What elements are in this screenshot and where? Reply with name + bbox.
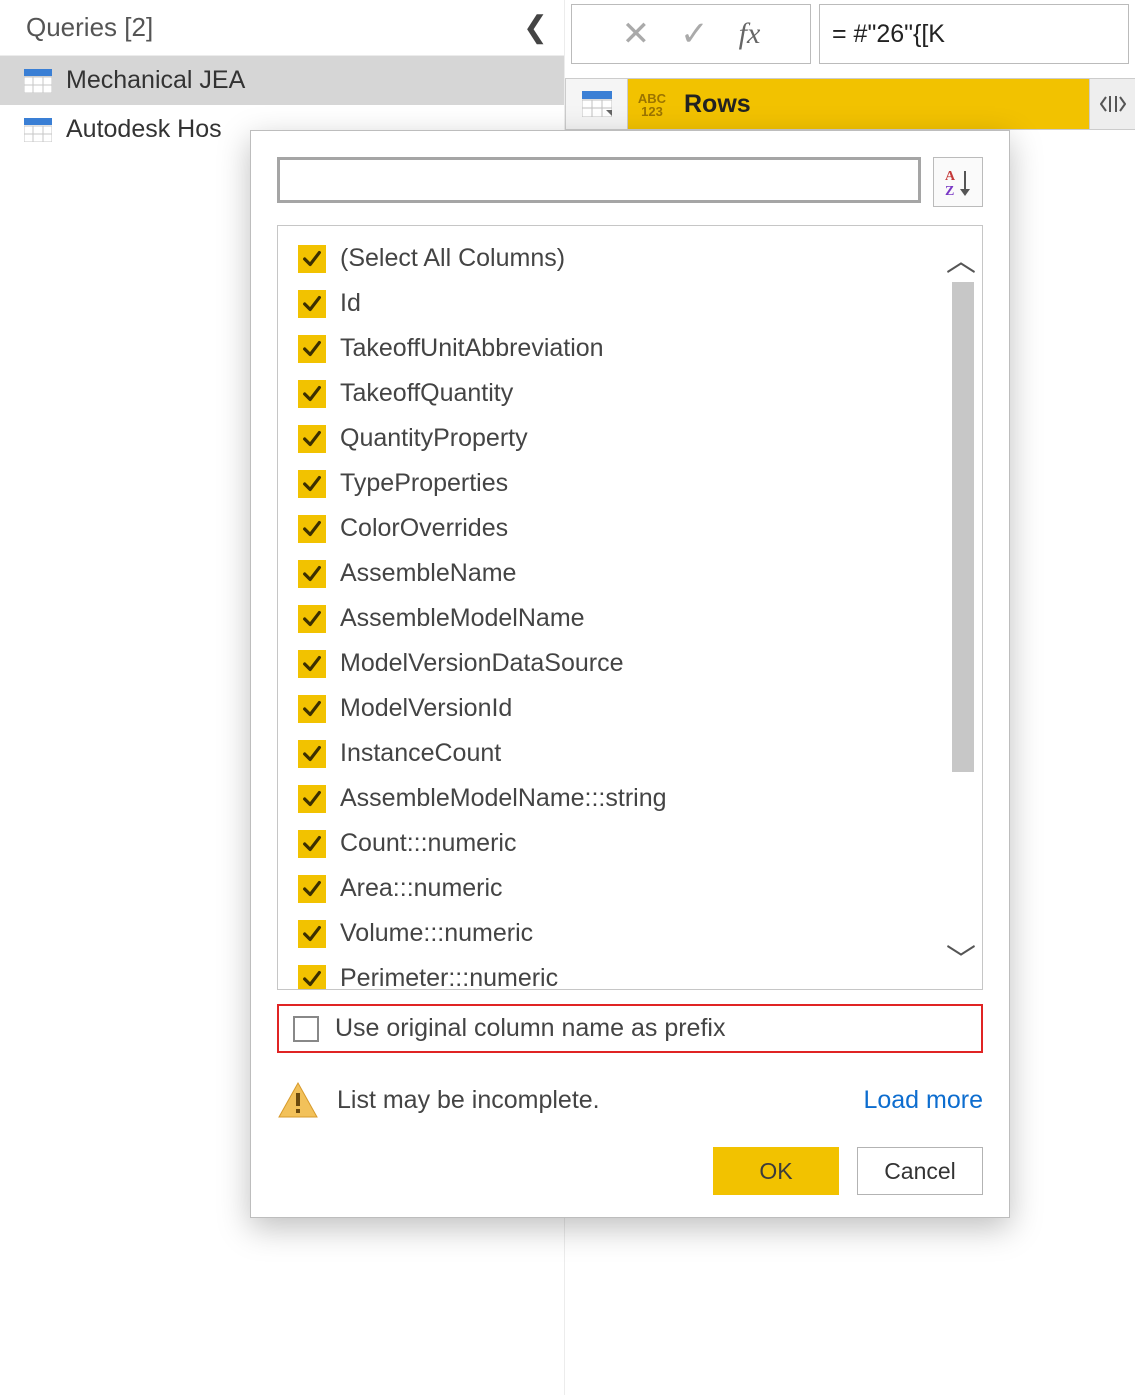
column-checkbox[interactable] xyxy=(298,875,326,903)
cancel-formula-icon[interactable]: ✕ xyxy=(622,14,651,54)
column-option[interactable]: ModelVersionId xyxy=(298,686,932,731)
fx-icon[interactable]: fx xyxy=(739,17,761,51)
column-checkbox[interactable] xyxy=(298,785,326,813)
column-option-label: Area:::numeric xyxy=(340,874,503,903)
table-icon xyxy=(24,69,52,93)
scroll-down-icon[interactable]: ﹀ xyxy=(946,935,976,979)
column-option[interactable]: InstanceCount xyxy=(298,731,932,776)
column-checkbox[interactable] xyxy=(298,290,326,318)
column-checkbox[interactable] xyxy=(298,560,326,588)
commit-formula-icon[interactable]: ✓ xyxy=(680,14,709,54)
column-option-label: TypeProperties xyxy=(340,469,508,498)
column-option-label: ColorOverrides xyxy=(340,514,508,543)
prefix-checkbox[interactable] xyxy=(293,1016,319,1042)
column-checkbox[interactable] xyxy=(298,740,326,768)
svg-text:Z: Z xyxy=(945,184,954,197)
column-option[interactable]: Count:::numeric xyxy=(298,821,932,866)
column-checkbox[interactable] xyxy=(298,605,326,633)
queries-title: Queries [2] xyxy=(26,12,153,43)
column-checkbox[interactable] xyxy=(298,335,326,363)
column-option[interactable]: TakeoffUnitAbbreviation xyxy=(298,326,932,371)
column-option[interactable]: Perimeter:::numeric xyxy=(298,956,932,989)
column-option-label: Volume:::numeric xyxy=(340,919,533,948)
column-checkbox[interactable] xyxy=(298,965,326,990)
column-option[interactable]: AssembleName xyxy=(298,551,932,596)
warning-text: List may be incomplete. xyxy=(337,1086,845,1115)
column-header-row: ABC 123 Rows xyxy=(565,78,1135,130)
formula-input[interactable]: = #"26"{[K xyxy=(819,4,1129,64)
column-option[interactable]: ColorOverrides xyxy=(298,506,932,551)
column-checkbox[interactable] xyxy=(298,830,326,858)
column-option-label: QuantityProperty xyxy=(340,424,528,453)
column-option-label: ModelVersionId xyxy=(340,694,512,723)
warning-row: List may be incomplete. Load more xyxy=(277,1081,983,1119)
formula-bar: ✕ ✓ fx = #"26"{[K xyxy=(565,0,1135,72)
ok-button[interactable]: OK xyxy=(713,1147,839,1195)
cancel-button[interactable]: Cancel xyxy=(857,1147,983,1195)
column-checkbox[interactable] xyxy=(298,245,326,273)
column-option[interactable]: Volume:::numeric xyxy=(298,911,932,956)
column-name[interactable]: Rows xyxy=(676,79,1089,129)
column-option-label: TakeoffQuantity xyxy=(340,379,513,408)
column-checkbox[interactable] xyxy=(298,380,326,408)
columns-scrollbar[interactable]: ︿ ﹀ xyxy=(940,226,982,989)
column-option-label: ModelVersionDataSource xyxy=(340,649,624,678)
warning-icon xyxy=(277,1081,319,1119)
column-option[interactable]: Area:::numeric xyxy=(298,866,932,911)
column-option-label: AssembleModelName xyxy=(340,604,585,633)
sort-az-button[interactable]: A Z xyxy=(933,157,983,207)
columns-list: (Select All Columns) Id TakeoffUnitAbbrevi… xyxy=(278,226,940,989)
column-option-label: Perimeter:::numeric xyxy=(340,964,558,989)
query-item-mechanical-jea[interactable]: Mechanical JEA xyxy=(0,56,564,105)
column-option[interactable]: TakeoffQuantity xyxy=(298,371,932,416)
column-checkbox[interactable] xyxy=(298,650,326,678)
scroll-up-icon[interactable]: ︿ xyxy=(946,236,976,280)
column-option[interactable]: QuantityProperty xyxy=(298,416,932,461)
query-item-label: Mechanical JEA xyxy=(66,66,245,95)
expand-column-button[interactable] xyxy=(1089,79,1135,129)
collapse-pane-icon[interactable]: ❮ xyxy=(523,10,552,45)
column-checkbox[interactable] xyxy=(298,695,326,723)
column-checkbox[interactable] xyxy=(298,920,326,948)
column-option-label: (Select All Columns) xyxy=(340,244,565,273)
formula-text: = #"26"{[K xyxy=(832,20,945,49)
formula-bar-actions: ✕ ✓ fx xyxy=(571,4,811,64)
prefix-option-row[interactable]: Use original column name as prefix xyxy=(277,1004,983,1053)
expand-columns-popup: A Z (Select All Columns) Id TakeoffUnitAbb… xyxy=(250,130,1010,1218)
column-option[interactable]: AssembleModelName xyxy=(298,596,932,641)
scrollbar-thumb[interactable] xyxy=(952,282,974,772)
column-option-label: TakeoffUnitAbbreviation xyxy=(340,334,604,363)
column-option[interactable]: TypeProperties xyxy=(298,461,932,506)
column-option[interactable]: (Select All Columns) xyxy=(298,236,932,281)
popup-button-row: OK Cancel xyxy=(277,1147,983,1195)
column-option-label: InstanceCount xyxy=(340,739,501,768)
column-checkbox[interactable] xyxy=(298,470,326,498)
column-type-icon[interactable]: ABC 123 xyxy=(628,79,676,129)
column-option-label: Count:::numeric xyxy=(340,829,516,858)
column-search-input[interactable] xyxy=(277,157,921,203)
column-option-label: Id xyxy=(340,289,361,318)
table-selector-button[interactable] xyxy=(566,79,628,129)
columns-list-box: (Select All Columns) Id TakeoffUnitAbbrevi… xyxy=(277,225,983,990)
prefix-label: Use original column name as prefix xyxy=(335,1014,725,1043)
column-option[interactable]: AssembleModelName:::string xyxy=(298,776,932,821)
column-option[interactable]: ModelVersionDataSource xyxy=(298,641,932,686)
load-more-link[interactable]: Load more xyxy=(863,1086,983,1115)
table-icon xyxy=(24,118,52,142)
column-option-label: AssembleModelName:::string xyxy=(340,784,667,813)
queries-header: Queries [2] ❮ xyxy=(0,0,564,56)
column-option[interactable]: Id xyxy=(298,281,932,326)
column-checkbox[interactable] xyxy=(298,425,326,453)
column-checkbox[interactable] xyxy=(298,515,326,543)
query-item-label: Autodesk Hos xyxy=(66,115,222,144)
svg-text:A: A xyxy=(945,169,956,184)
column-option-label: AssembleName xyxy=(340,559,516,588)
